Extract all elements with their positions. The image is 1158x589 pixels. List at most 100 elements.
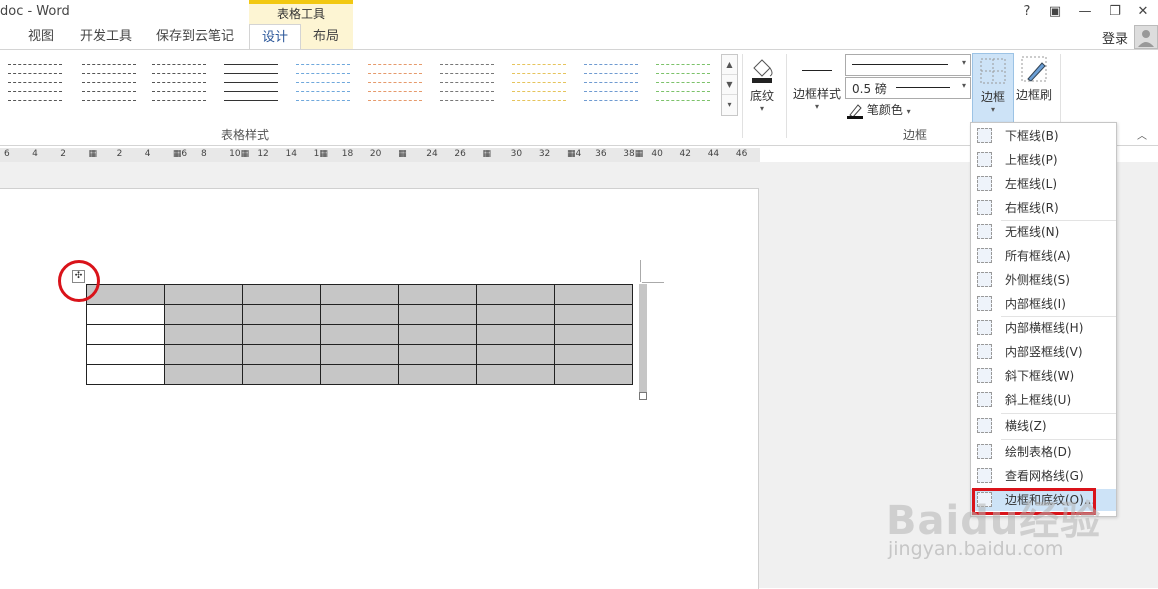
tab-save-to-cloud-note[interactable]: 保存到云笔记 [150,24,240,49]
ruler-tick-label: 14 [285,149,297,159]
table-cell[interactable] [164,304,243,325]
menu-item-inside-borders[interactable]: 内部框线(I) [971,293,1116,315]
borders-dropdown-menu: 下框线(B) 上框线(P) 左框线(L) 右框线(R) 无框线(N) 所有框线(A) 外侧框… [970,122,1117,517]
menu-item-diagonal-up-border[interactable]: 斜上框线(U) [971,389,1116,411]
tab-developer[interactable]: 开发工具 [72,24,140,49]
gallery-scroll[interactable]: ▲ ▼ ▾ [721,54,738,116]
table-cell[interactable] [242,364,321,385]
table-cell[interactable] [86,304,165,325]
table-cell[interactable] [554,344,633,365]
ribbon-display-options-button[interactable]: ▣ [1044,2,1066,22]
login-link[interactable]: 登录 [1102,28,1128,47]
table-row [86,324,633,345]
menu-item-bottom-border[interactable]: 下框线(B) [971,125,1116,147]
table-style-thumbnail[interactable] [152,62,206,104]
pen-color-icon [847,103,863,119]
gallery-more-icon[interactable]: ▾ [722,95,737,114]
table-cell[interactable] [398,304,477,325]
margin-marker [642,282,664,283]
menu-item-draw-table[interactable]: 绘制表格(D) [971,441,1116,463]
table-cell[interactable] [320,324,399,345]
table-style-thumbnail[interactable] [8,62,62,104]
tab-view[interactable]: 视图 [20,24,62,49]
menu-item-inside-horizontal-border[interactable]: 内部横框线(H) [971,317,1116,339]
table-cell[interactable] [242,284,321,305]
collapse-ribbon-icon[interactable]: ︿ [1137,127,1147,142]
table-style-thumbnail[interactable] [584,62,638,104]
table-cell[interactable] [320,304,399,325]
table-style-thumbnail[interactable] [296,62,350,104]
gallery-up-icon[interactable]: ▲ [722,55,737,75]
line-weight-dropdown[interactable]: 0.5 磅 ▾ [845,77,971,99]
table-resize-handle[interactable] [639,392,647,400]
avatar[interactable] [1134,25,1158,49]
help-button[interactable]: ? [1016,2,1038,22]
table-cell[interactable] [476,284,555,305]
document-table[interactable] [86,284,633,385]
table-style-thumbnail[interactable] [512,62,566,104]
restore-button[interactable]: ❐ [1104,2,1126,22]
border-styles-button[interactable]: 边框样式 ▾ [790,60,844,120]
table-style-row [296,91,350,98]
table-cell[interactable] [554,364,633,385]
borders-label: 边框 [980,90,1005,104]
menu-item-view-gridlines[interactable]: 查看网格线(G) [971,465,1116,487]
shading-button[interactable]: 底纹 ▾ [745,54,779,124]
table-cell[interactable] [398,344,477,365]
menu-item-diagonal-down-border[interactable]: 斜下框线(W) [971,365,1116,387]
table-cell[interactable] [242,324,321,345]
all-borders-icon [977,248,992,263]
borders-button[interactable]: 边框 ▾ [972,53,1014,123]
table-style-thumbnail[interactable] [224,62,278,104]
table-cell[interactable] [164,324,243,345]
table-cell[interactable] [554,324,633,345]
table-cell[interactable] [320,344,399,365]
ruler-tick-label: 46 [735,149,748,159]
table-cell[interactable] [398,364,477,385]
table-cell[interactable] [86,344,165,365]
table-cell[interactable] [86,324,165,345]
tab-layout[interactable]: 布局 [303,24,349,49]
table-cell[interactable] [86,364,165,385]
diagonal-up-border-icon [977,392,992,407]
table-style-row [224,100,278,107]
gallery-down-icon[interactable]: ▼ [722,75,737,95]
horizontal-ruler[interactable]: 6 4 2 ▦ 2 4 ▦6 8 10▦ 12 14 1▦ 18 20 ▦ 24 26 ▦ 30 32 ▦4 36 38▦ 4… [0,148,760,162]
table-end-mark [639,284,647,392]
table-cell[interactable] [242,304,321,325]
table-style-thumbnail[interactable] [82,62,136,104]
table-cell[interactable] [320,284,399,305]
table-style-thumbnail[interactable] [440,62,494,104]
table-cell[interactable] [164,364,243,385]
table-cell[interactable] [476,344,555,365]
menu-item-all-borders[interactable]: 所有框线(A) [971,245,1116,267]
menu-item-top-border[interactable]: 上框线(P) [971,149,1116,171]
table-style-thumbnail[interactable] [368,62,422,104]
table-cell[interactable] [476,324,555,345]
close-button[interactable]: ✕ [1132,2,1154,22]
minimize-button[interactable]: — [1074,2,1096,22]
table-cell[interactable] [476,364,555,385]
table-cell[interactable] [164,284,243,305]
pen-color-button[interactable]: 笔颜色 ▾ [847,101,911,121]
table-style-thumbnail[interactable] [656,62,710,104]
table-cell[interactable] [398,324,477,345]
table-cell[interactable] [320,364,399,385]
menu-item-label: 斜下框线(W) [1005,369,1075,383]
menu-item-right-border[interactable]: 右框线(R) [971,197,1116,219]
table-cell[interactable] [164,344,243,365]
menu-item-inside-vertical-border[interactable]: 内部竖框线(V) [971,341,1116,363]
table-cell[interactable] [554,304,633,325]
menu-item-left-border[interactable]: 左框线(L) [971,173,1116,195]
table-cell[interactable] [398,284,477,305]
tab-design[interactable]: 设计 [249,24,301,50]
menu-item-no-border[interactable]: 无框线(N) [971,221,1116,243]
line-style-dropdown[interactable]: ▾ [845,54,971,76]
menu-item-horizontal-line[interactable]: 横线(Z) [971,415,1116,437]
outside-borders-icon [977,272,992,287]
table-cell[interactable] [554,284,633,305]
menu-item-outside-borders[interactable]: 外侧框线(S) [971,269,1116,291]
table-cell[interactable] [476,304,555,325]
border-painter-button[interactable]: 边框刷 [1014,55,1054,119]
table-cell[interactable] [242,344,321,365]
